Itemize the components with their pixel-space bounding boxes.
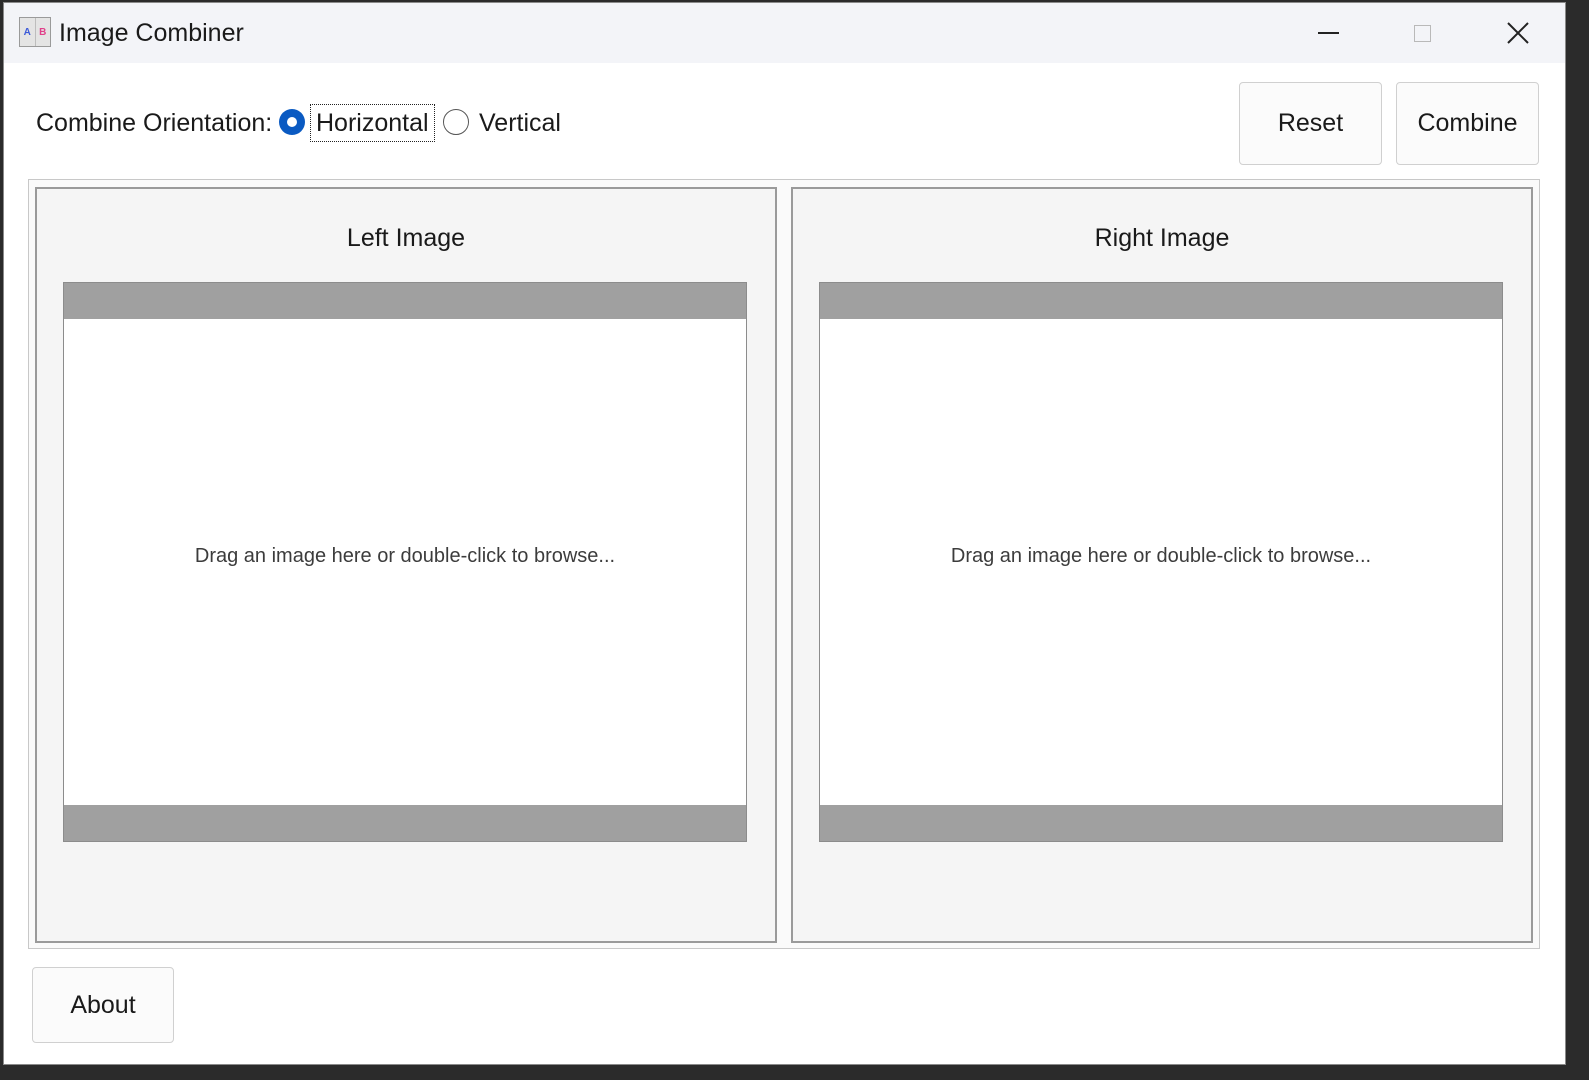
maximize-icon: [1413, 24, 1431, 42]
combine-button[interactable]: Combine: [1396, 82, 1539, 165]
right-image-drop-zone[interactable]: Drag an image here or double-click to br…: [819, 282, 1503, 842]
minimize-button[interactable]: [1282, 3, 1374, 63]
app-window: A B Image Combiner Combine Orientation: …: [3, 2, 1566, 1065]
title-bar[interactable]: A B Image Combiner: [4, 3, 1565, 63]
vertical-radio[interactable]: [443, 109, 469, 135]
left-image-drop-zone[interactable]: Drag an image here or double-click to br…: [63, 282, 747, 842]
drop-zone-bottom-bar: [820, 805, 1502, 841]
app-icon-letter-a: A: [20, 18, 36, 46]
right-image-panel: Right Image Drag an image here or double…: [791, 187, 1533, 943]
left-image-panel: Left Image Drag an image here or double-…: [35, 187, 777, 943]
horizontal-radio[interactable]: [279, 109, 305, 135]
drop-zone-top-bar: [820, 283, 1502, 319]
window-title: Image Combiner: [59, 19, 244, 47]
left-panel-title: Left Image: [346, 224, 466, 252]
about-button[interactable]: About: [32, 967, 174, 1043]
close-icon: [1507, 22, 1529, 44]
image-panels-container: Left Image Drag an image here or double-…: [28, 179, 1540, 949]
left-drop-hint: Drag an image here or double-click to br…: [194, 545, 616, 567]
close-button[interactable]: [1472, 3, 1564, 63]
drop-zone-bottom-bar: [64, 805, 746, 841]
drop-zone-top-bar: [64, 283, 746, 319]
vertical-radio-label[interactable]: Vertical: [479, 106, 561, 140]
minimize-icon: [1317, 32, 1339, 34]
app-icon: A B: [19, 17, 51, 47]
right-drop-hint: Drag an image here or double-click to br…: [950, 545, 1372, 567]
right-panel-title: Right Image: [1094, 224, 1230, 252]
horizontal-radio-label[interactable]: Horizontal: [310, 104, 435, 142]
maximize-button[interactable]: [1376, 3, 1468, 63]
app-icon-letter-b: B: [39, 26, 47, 38]
reset-button[interactable]: Reset: [1239, 82, 1382, 165]
orientation-label: Combine Orientation:: [36, 109, 273, 137]
